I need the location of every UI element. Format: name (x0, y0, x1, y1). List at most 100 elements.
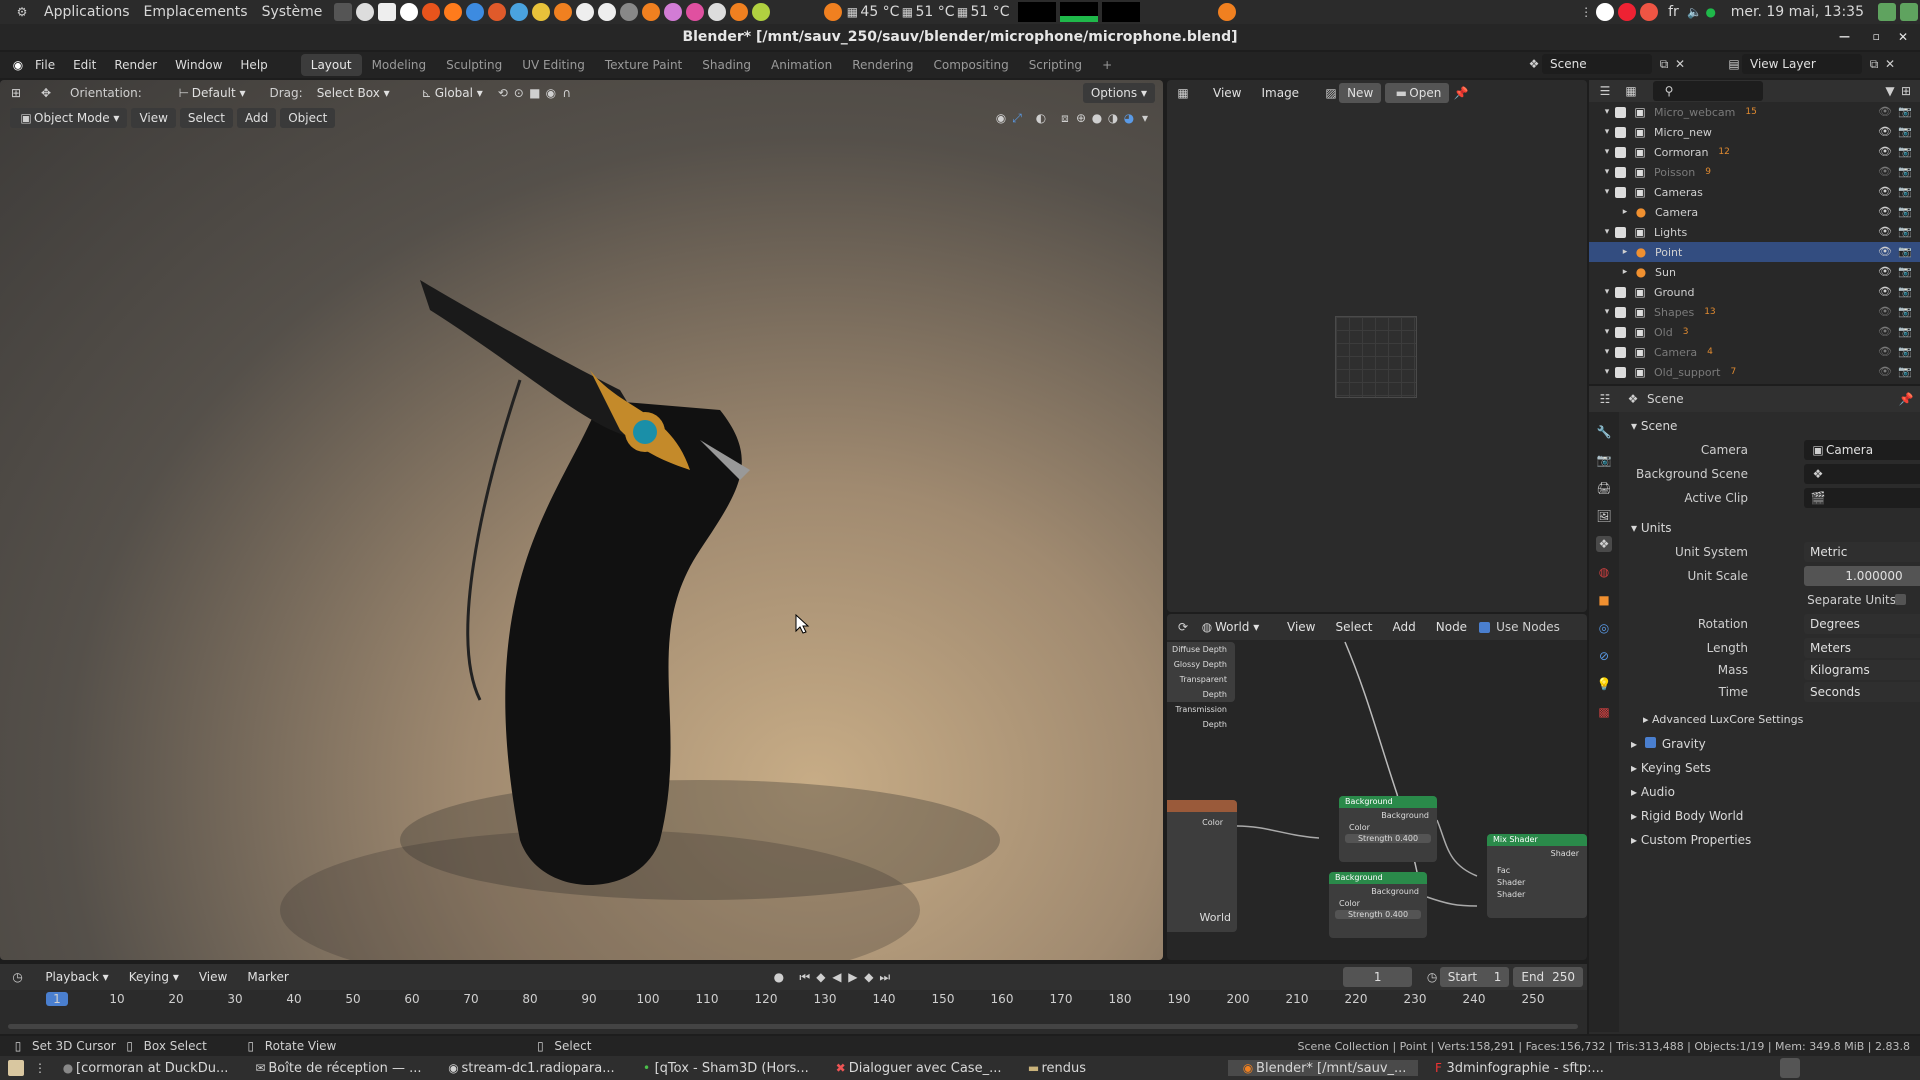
expand-arrow-icon[interactable]: ▸ (1617, 204, 1633, 220)
pin-icon[interactable]: 📌 (1453, 85, 1469, 101)
strength-field[interactable]: Strength 0.400 (1335, 910, 1421, 919)
3d-viewport[interactable]: ⊞ ✥ Orientation: ⊢ Default ▾ Drag: Select… (0, 80, 1163, 960)
play-icon[interactable]: ▶ (845, 969, 861, 985)
render-depth-node[interactable]: Diffuse Depth Glossy Depth Transparent D… (1167, 642, 1235, 729)
physics-tab-icon[interactable]: ◎ (1596, 620, 1612, 636)
outliner-row[interactable]: ▾ ▣ Poisson 9 👁 📷 (1589, 162, 1920, 182)
editor-type-icon[interactable]: ☰ (1597, 83, 1613, 99)
output-tab-icon[interactable]: 🖨 (1596, 480, 1612, 496)
blender-icon[interactable] (554, 3, 573, 21)
exclude-checkbox[interactable] (1615, 146, 1626, 158)
timeline[interactable]: ◷ Playback ▾ Keying ▾ View Marker ● ⏮ ◆ … (0, 964, 1587, 1034)
view-layer-tab-icon[interactable]: 🖼 (1596, 508, 1612, 524)
menu-image[interactable]: Image (1253, 83, 1307, 103)
outliner-item-name[interactable]: Micro_new (1654, 126, 1712, 139)
outliner-row[interactable]: ▾ ▣ Cormoran 12 👁 📷 (1589, 142, 1920, 162)
outliner-item-name[interactable]: Poisson (1654, 166, 1695, 179)
menu-file[interactable]: File (26, 54, 64, 76)
taskbar-item[interactable]: F 3dminfographie - sftp:... (1418, 1060, 1615, 1076)
preview-range-icon[interactable]: ◷ (1424, 969, 1439, 985)
blender-logo-icon[interactable]: ◉ (10, 57, 26, 73)
taskbar-item[interactable]: ✖ Dialoguer avec Case_... (821, 1060, 1014, 1076)
tray-icon[interactable] (1596, 3, 1615, 21)
audio-section[interactable]: ▸ Audio (1621, 780, 1918, 804)
close-icon[interactable]: ✕ (1898, 24, 1908, 50)
terminal-icon[interactable] (334, 3, 353, 21)
next-keyframe-icon[interactable]: ◆ (861, 969, 877, 985)
camera-field[interactable]: ▣ Camera (1804, 440, 1920, 460)
gravity-checkbox[interactable] (1644, 737, 1656, 748)
menu-view[interactable]: View (1205, 83, 1249, 103)
camera-render-icon[interactable]: 📷 (1898, 165, 1912, 178)
menu-dots-icon[interactable]: ⋮ (32, 1060, 48, 1076)
camera-render-icon[interactable]: 📷 (1898, 205, 1912, 218)
menu-dots-icon[interactable]: ⋮ (1578, 4, 1594, 20)
scene-section[interactable]: ▾ Scene (1621, 414, 1918, 438)
view-layer-selector[interactable]: ▤ View Layer ⧉ ✕ (1726, 54, 1898, 74)
menu-keying[interactable]: Keying ▾ (121, 967, 187, 987)
outliner-item-name[interactable]: Camera (1655, 206, 1698, 219)
sys-menu-system[interactable]: Système (262, 4, 323, 20)
delete-view-layer-icon[interactable]: ✕ (1882, 56, 1898, 72)
tray-icon[interactable] (1618, 3, 1637, 21)
exclude-checkbox[interactable] (1615, 186, 1626, 198)
outliner-item-name[interactable]: Ground (1654, 286, 1694, 299)
image-editor[interactable]: ▦ View Image ▨ New ▬ Open 📌 (1167, 80, 1587, 612)
mass-dropdown[interactable]: Kilograms (1804, 660, 1920, 680)
blender-icon[interactable] (642, 3, 661, 21)
exclude-checkbox[interactable] (1615, 106, 1626, 118)
outliner-row[interactable]: ▾ ▣ Micro_webcam 15 👁 📷 (1589, 102, 1920, 122)
keying-sets-section[interactable]: ▸ Keying Sets (1621, 756, 1918, 780)
app-icon[interactable] (664, 3, 683, 21)
eye-icon[interactable]: 👁 (1878, 305, 1892, 318)
jump-end-icon[interactable]: ⏭ (877, 969, 893, 985)
expand-arrow-icon[interactable]: ▾ (1599, 284, 1615, 300)
exclude-checkbox[interactable] (1615, 346, 1626, 358)
outliner-item-name[interactable]: Shapes (1654, 306, 1694, 319)
unit-system-dropdown[interactable]: Metric (1804, 542, 1920, 562)
new-collection-icon[interactable]: ⊞ (1898, 83, 1914, 99)
app-icon[interactable] (356, 3, 375, 21)
record-icon[interactable]: ● (771, 969, 787, 985)
outliner-search-input[interactable]: ⚲ (1653, 81, 1763, 101)
pin-icon[interactable]: 📌 (1898, 391, 1914, 407)
rigid-body-section[interactable]: ▸ Rigid Body World (1621, 804, 1918, 828)
eye-icon[interactable]: 👁 (1878, 265, 1892, 278)
app-icon[interactable] (532, 3, 551, 21)
camera-render-icon[interactable]: 📷 (1898, 325, 1912, 338)
camera-render-icon[interactable]: 📷 (1898, 145, 1912, 158)
outliner-item-name[interactable]: Point (1655, 246, 1682, 259)
play-reverse-icon[interactable]: ◀ (829, 969, 845, 985)
editor-type-icon[interactable]: ◷ (10, 969, 25, 985)
outliner-row[interactable]: ▾ ▣ Old_support 7 👁 📷 (1589, 362, 1920, 382)
exclude-checkbox[interactable] (1615, 286, 1626, 298)
expand-arrow-icon[interactable]: ▾ (1599, 224, 1615, 240)
object-tab-icon[interactable]: ■ (1596, 592, 1612, 608)
camera-render-icon[interactable]: 📷 (1898, 225, 1912, 238)
expand-arrow-icon[interactable]: ▸ (1617, 244, 1633, 260)
outliner-row[interactable]: ▸ ● Point 👁 📷 (1589, 242, 1920, 262)
volume-icon[interactable]: 🔈 (1687, 4, 1703, 20)
keyboard-layout[interactable]: fr (1668, 4, 1679, 20)
exclude-checkbox[interactable] (1615, 326, 1626, 338)
eye-icon[interactable]: 👁 (1878, 285, 1892, 298)
eye-icon[interactable]: 👁 (1878, 105, 1892, 118)
expand-arrow-icon[interactable]: ▸ (1617, 264, 1633, 280)
open-image-button[interactable]: ▬ Open (1385, 83, 1450, 103)
firefox-icon[interactable] (444, 3, 463, 21)
outliner-item-name[interactable]: Cormoran (1654, 146, 1708, 159)
tab-texture-paint[interactable]: Texture Paint (595, 54, 692, 76)
current-frame-field[interactable]: 1 (1342, 967, 1413, 987)
apps-icon[interactable]: ⚙ (14, 4, 30, 20)
tray-icon[interactable] (1878, 3, 1896, 21)
taskbar-item[interactable]: ✉ Boîte de réception — ... (240, 1060, 433, 1076)
camera-render-icon[interactable]: 📷 (1898, 305, 1912, 318)
camera-render-icon[interactable]: 📷 (1898, 265, 1912, 278)
app-icon[interactable] (708, 3, 727, 21)
blender-icon[interactable] (1217, 3, 1236, 21)
eye-icon[interactable]: 👁 (1878, 345, 1892, 358)
tab-rendering[interactable]: Rendering (842, 54, 923, 76)
sys-menu-places[interactable]: Emplacements (144, 4, 248, 20)
render-tab-icon[interactable]: 📷 (1596, 452, 1612, 468)
unit-scale-field[interactable]: 1.000000 (1804, 566, 1920, 586)
